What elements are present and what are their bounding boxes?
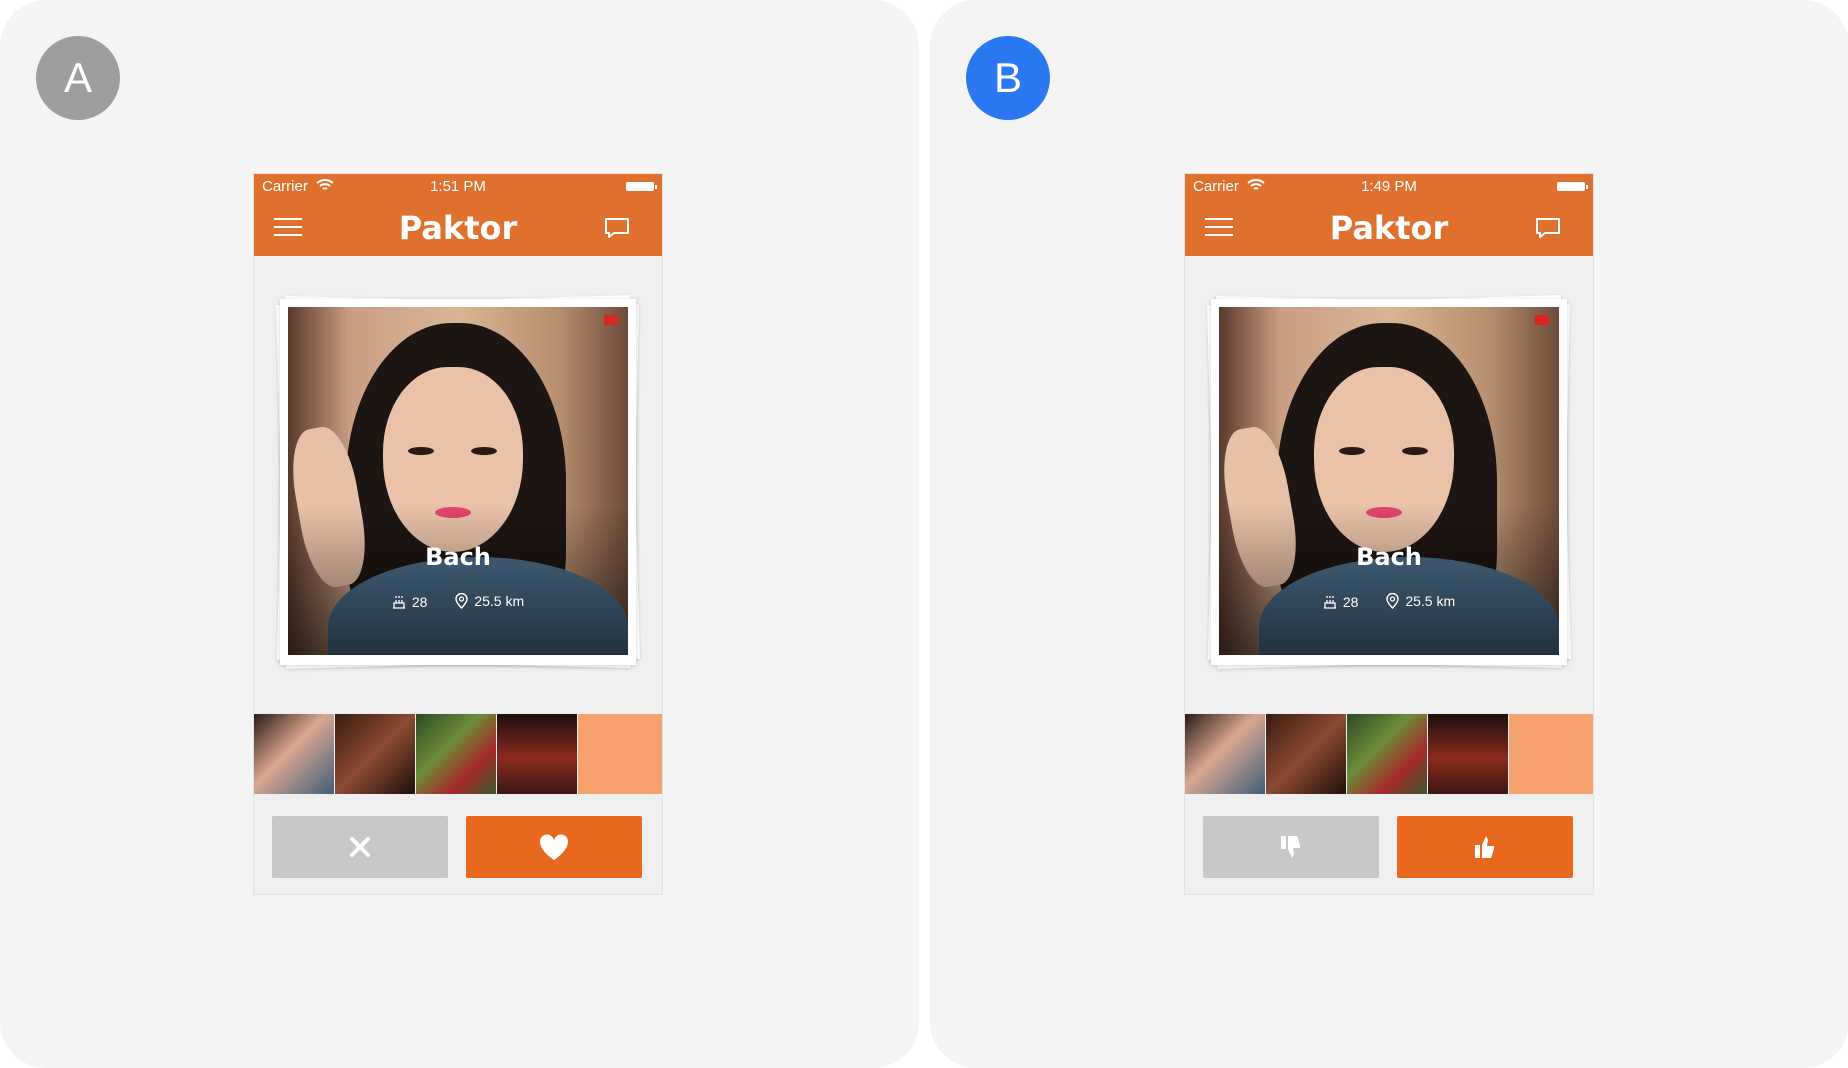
thumbnail-photo-3[interactable] bbox=[1347, 714, 1427, 794]
profile-card[interactable]: Bach 28 25.5 km bbox=[1211, 299, 1567, 665]
nav-bar: Paktor bbox=[254, 200, 662, 256]
variant-badge: B bbox=[966, 36, 1050, 120]
like-button[interactable] bbox=[1397, 816, 1573, 878]
variant-b-panel: B Carrier 1:49 PM Paktor Bach 28 25.5 km bbox=[930, 0, 1848, 1068]
heart-icon bbox=[539, 834, 569, 860]
cake-icon bbox=[392, 596, 405, 609]
status-bar: Carrier 1:49 PM bbox=[1185, 174, 1593, 200]
profile-age: 28 bbox=[1342, 593, 1359, 610]
status-bar: Carrier 1:51 PM bbox=[254, 174, 662, 200]
cake-icon bbox=[1323, 596, 1336, 609]
dislike-button[interactable] bbox=[272, 816, 448, 878]
profile-card-stack[interactable]: Bach 28 25.5 km bbox=[1204, 292, 1574, 672]
profile-meta: 28 25.5 km bbox=[288, 593, 628, 612]
thumbnail-photo-4[interactable] bbox=[1428, 714, 1508, 794]
age-info: 28 bbox=[392, 593, 428, 610]
thumbnail-empty-slot bbox=[578, 714, 662, 794]
profile-age: 28 bbox=[411, 593, 428, 610]
chat-icon[interactable] bbox=[604, 217, 630, 239]
phone-screen: Carrier 1:51 PM Paktor Bach 28 25.5 km bbox=[254, 174, 662, 894]
distance-info: 25.5 km bbox=[1386, 593, 1455, 609]
profile-name: Bach bbox=[425, 543, 491, 571]
profile-meta: 28 25.5 km bbox=[1219, 593, 1559, 612]
thumbnail-photo-4[interactable] bbox=[497, 714, 577, 794]
profile-photo: Bach 28 25.5 km bbox=[1219, 307, 1559, 655]
variant-badge: A bbox=[36, 36, 120, 120]
status-time: 1:51 PM bbox=[430, 178, 486, 195]
report-flag-icon[interactable] bbox=[1535, 315, 1549, 325]
age-info: 28 bbox=[1323, 593, 1359, 610]
thumbnail-photo-1[interactable] bbox=[1185, 714, 1265, 794]
dislike-button[interactable] bbox=[1203, 816, 1379, 878]
close-icon bbox=[350, 837, 370, 857]
thumbnail-photo-1[interactable] bbox=[254, 714, 334, 794]
distance-info: 25.5 km bbox=[455, 593, 524, 609]
variant-a-panel: A Carrier 1:51 PM Paktor Bach 28 25.5 km bbox=[0, 0, 919, 1068]
thumbnail-photo-2[interactable] bbox=[335, 714, 415, 794]
profile-distance: 25.5 km bbox=[1405, 593, 1456, 609]
profile-name: Bach bbox=[1356, 543, 1422, 571]
profile-photo: Bach 28 25.5 km bbox=[288, 307, 628, 655]
like-button[interactable] bbox=[466, 816, 642, 878]
status-time: 1:49 PM bbox=[1361, 178, 1417, 195]
location-pin-icon bbox=[1386, 593, 1400, 609]
thumbnail-empty-slot bbox=[1509, 714, 1593, 794]
thumbs-down-icon bbox=[1281, 836, 1300, 858]
battery-icon bbox=[626, 182, 657, 191]
location-pin-icon bbox=[455, 593, 469, 609]
nav-bar: Paktor bbox=[1185, 200, 1593, 256]
app-logo: Paktor bbox=[1329, 209, 1449, 247]
photo-thumbnail-strip bbox=[1185, 714, 1593, 794]
app-logo: Paktor bbox=[398, 209, 518, 247]
photo-thumbnail-strip bbox=[254, 714, 662, 794]
phone-screen: Carrier 1:49 PM Paktor Bach 28 25.5 km bbox=[1185, 174, 1593, 894]
profile-card-stack[interactable]: Bach 28 25.5 km bbox=[273, 292, 643, 672]
report-flag-icon[interactable] bbox=[604, 315, 618, 325]
profile-distance: 25.5 km bbox=[474, 593, 525, 609]
thumbs-up-icon bbox=[1475, 836, 1494, 858]
thumbnail-photo-2[interactable] bbox=[1266, 714, 1346, 794]
battery-icon bbox=[1557, 182, 1588, 191]
thumbnail-photo-3[interactable] bbox=[416, 714, 496, 794]
chat-icon[interactable] bbox=[1535, 217, 1561, 239]
profile-card[interactable]: Bach 28 25.5 km bbox=[280, 299, 636, 665]
